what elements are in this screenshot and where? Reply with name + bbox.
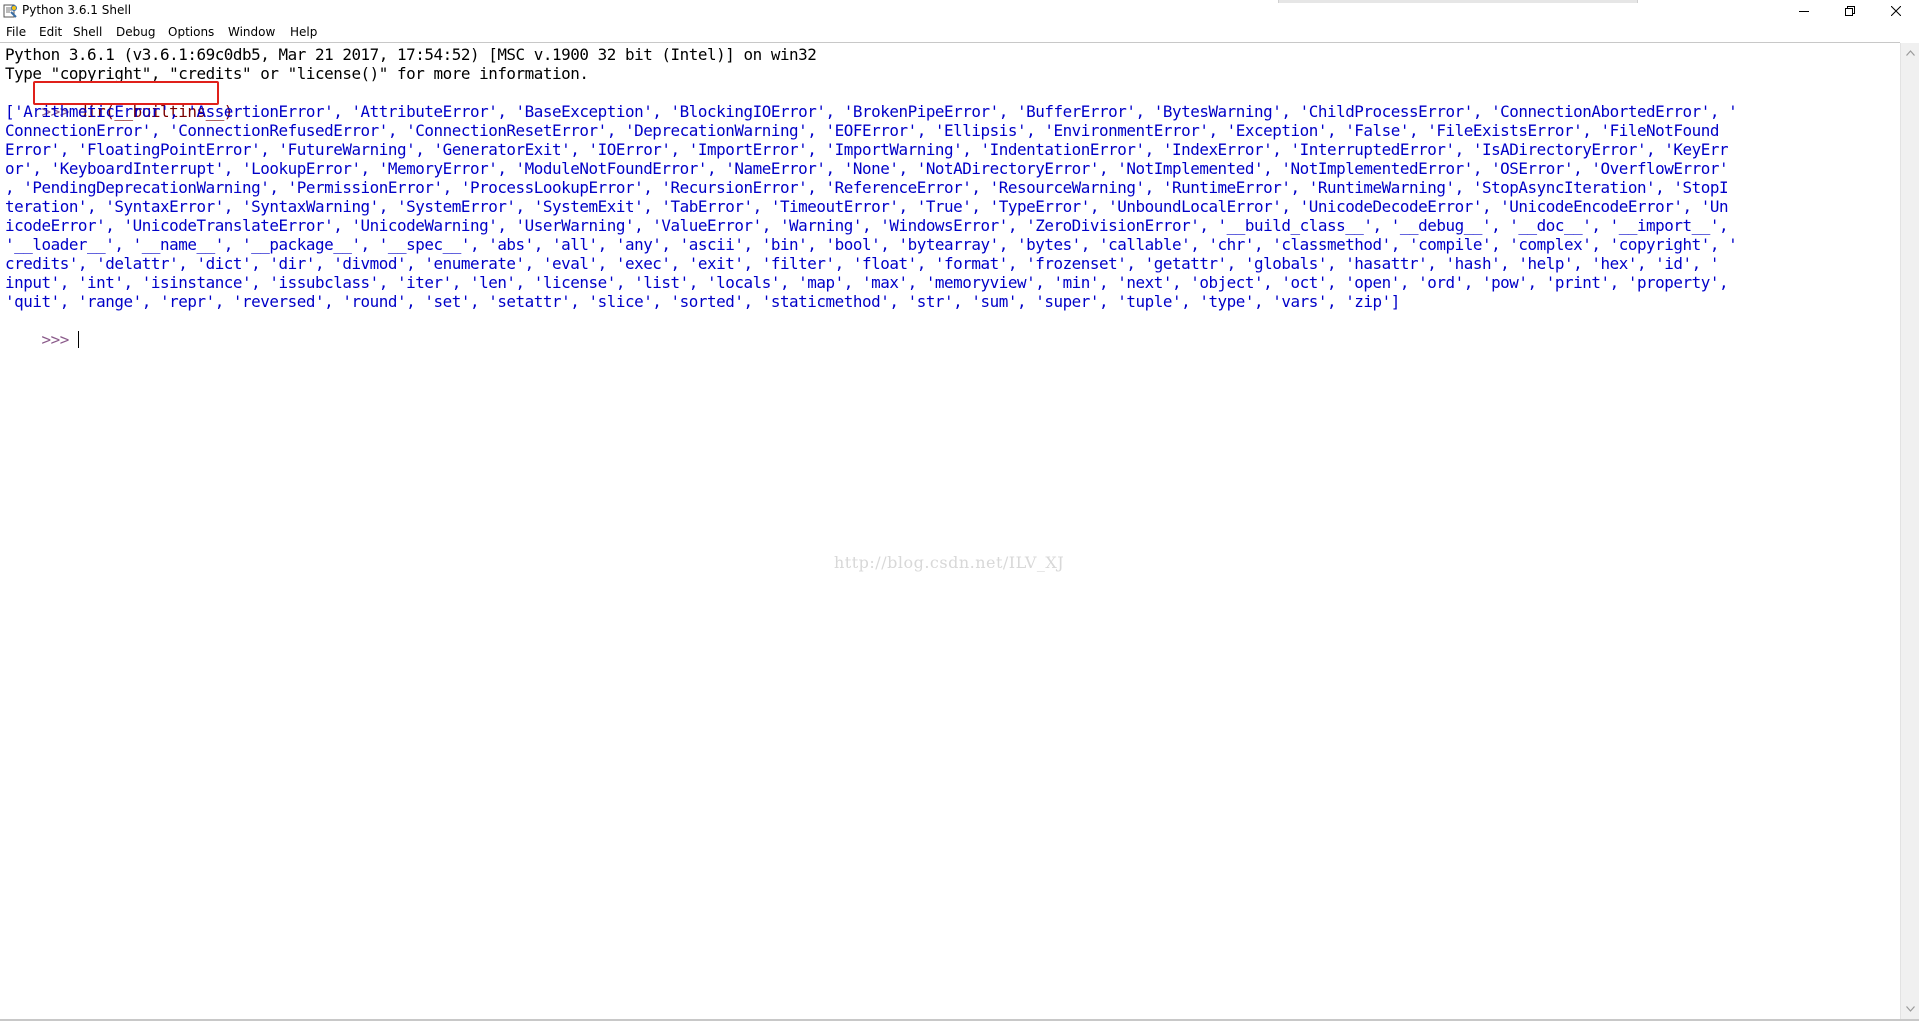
close-button[interactable] bbox=[1873, 0, 1919, 22]
menu-options[interactable]: Options bbox=[168, 25, 214, 39]
menu-window[interactable]: Window bbox=[228, 25, 275, 39]
title-bar: Python 3.6.1 Shell bbox=[0, 0, 1919, 22]
window-title: Python 3.6.1 Shell bbox=[22, 3, 132, 17]
output-line: Error', 'FloatingPointError', 'FutureWar… bbox=[5, 140, 1729, 159]
menu-bar: File Edit Shell Debug Options Window Hel… bbox=[0, 22, 1919, 42]
menu-help[interactable]: Help bbox=[290, 25, 317, 39]
scroll-up-icon[interactable] bbox=[1905, 48, 1916, 58]
banner-line-1: Python 3.6.1 (v3.6.1:69c0db5, Mar 21 201… bbox=[5, 45, 817, 64]
minimize-icon bbox=[1799, 6, 1809, 16]
vertical-scrollbar[interactable] bbox=[1900, 43, 1919, 1019]
output-line: or', 'KeyboardInterrupt', 'LookupError',… bbox=[5, 159, 1729, 178]
menu-edit[interactable]: Edit bbox=[39, 25, 62, 39]
text-cursor bbox=[77, 331, 79, 348]
menu-file[interactable]: File bbox=[6, 25, 26, 39]
output-line: credits', 'delattr', 'dict', 'dir', 'div… bbox=[5, 254, 1719, 273]
output-line: icodeError', 'UnicodeTranslateError', 'U… bbox=[5, 216, 1729, 235]
output-line: 'quit', 'range', 'repr', 'reversed', 'ro… bbox=[5, 292, 1400, 311]
minimize-button[interactable] bbox=[1781, 0, 1827, 22]
output-line: teration', 'SyntaxError', 'SyntaxWarning… bbox=[5, 197, 1729, 216]
shell-prompt: >>> bbox=[41, 330, 78, 349]
close-icon bbox=[1891, 6, 1901, 16]
command-highlight-box bbox=[33, 81, 219, 105]
restore-button[interactable] bbox=[1827, 0, 1873, 22]
scroll-down-icon[interactable] bbox=[1905, 1004, 1916, 1014]
overlapping-window-edge bbox=[1278, 0, 1638, 3]
menu-debug[interactable]: Debug bbox=[116, 25, 155, 39]
output-line: ConnectionError', 'ConnectionRefusedErro… bbox=[5, 121, 1719, 140]
output-line: input', 'int', 'isinstance', 'issubclass… bbox=[5, 273, 1729, 292]
output-line: ['ArithmeticError', 'AssertionError', 'A… bbox=[5, 102, 1738, 121]
output-line: , 'PendingDeprecationWarning', 'Permissi… bbox=[5, 178, 1729, 197]
output-line: '__loader__', '__name__', '__package__',… bbox=[5, 235, 1738, 254]
restore-icon bbox=[1845, 6, 1855, 16]
python-idle-icon bbox=[2, 3, 18, 19]
watermark-text: http://blog.csdn.net/ILV_XJ bbox=[834, 553, 1065, 572]
shell-text-area[interactable]: Python 3.6.1 (v3.6.1:69c0db5, Mar 21 201… bbox=[0, 43, 1900, 1019]
input-line[interactable]: >>> bbox=[5, 311, 79, 368]
menu-shell[interactable]: Shell bbox=[73, 25, 102, 39]
